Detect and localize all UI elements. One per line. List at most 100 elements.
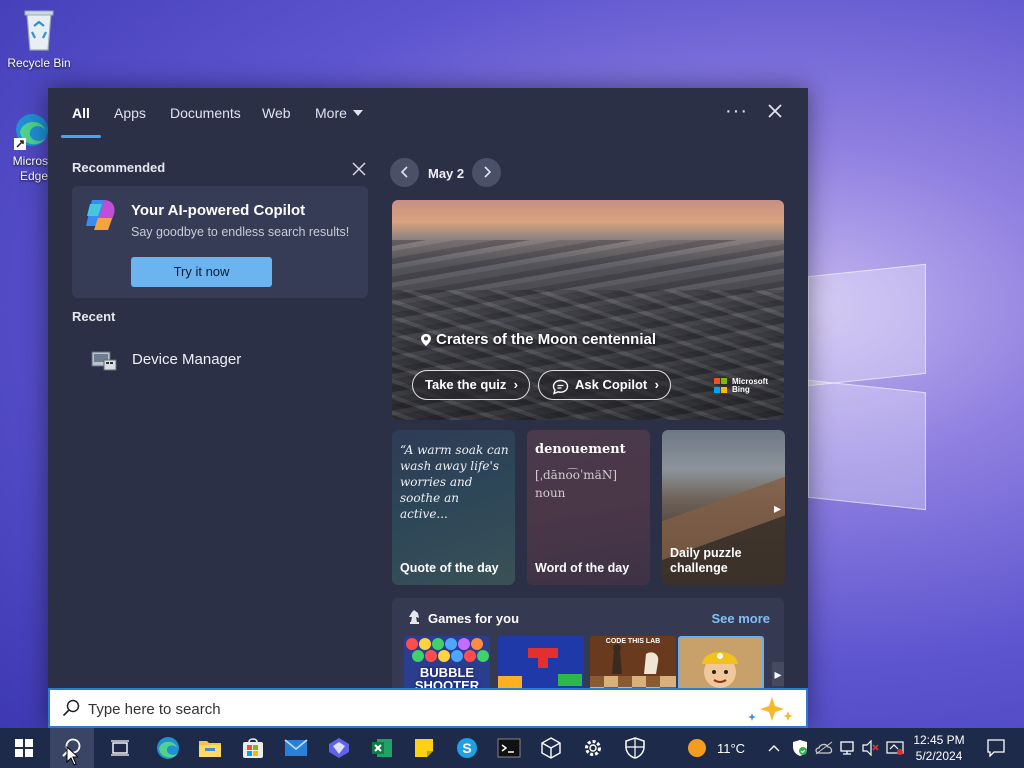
copilot-promo-card: Your AI-powered Copilot Say goodbye to e… [72, 186, 368, 298]
cloud-icon [815, 741, 833, 755]
clock-date: 5/2/2024 [915, 749, 963, 763]
taskbar-skype[interactable]: S [447, 728, 487, 768]
close-icon[interactable] [766, 102, 784, 124]
clock-time: 12:45 PM [913, 733, 965, 747]
tray-network[interactable] [836, 728, 860, 768]
show-hidden-icons-button[interactable] [762, 728, 786, 768]
edge-label: Micros Edge [12, 154, 48, 183]
notification-icon [987, 739, 1005, 757]
word-of-the-day-card[interactable]: denouement [ˌdāno͡oˈmäN] noun Word of th… [527, 430, 650, 585]
skype-icon: S [457, 738, 477, 758]
games-for-you-section: Games for you See more BUBBLE SHOOTER CO… [392, 598, 784, 698]
recycle-bin-label: Recycle Bin [7, 56, 71, 70]
task-view-button[interactable] [100, 728, 140, 768]
tab-web[interactable]: Web [262, 105, 291, 121]
edge-icon [157, 737, 179, 759]
tray-volume[interactable] [859, 728, 883, 768]
tray-onedrive[interactable] [812, 728, 836, 768]
games-heading: Games for you [428, 611, 520, 626]
store-icon [243, 738, 263, 758]
see-more-link[interactable]: See more [711, 611, 770, 626]
search-tabs: All Apps Documents Web More ··· [48, 88, 808, 138]
puzzle-card-footer: Daily puzzle challenge [670, 546, 742, 575]
chevron-up-icon [768, 745, 780, 752]
taskbar-search-box [48, 688, 808, 728]
highlight-hero-card[interactable]: Craters of the Moon centennial Take the … [392, 200, 784, 420]
device-manager-icon [90, 348, 118, 377]
action-center-button[interactable] [976, 728, 1016, 768]
taskbar-settings[interactable] [573, 728, 613, 768]
copilot-icon [329, 738, 349, 758]
word-card-footer: Word of the day [535, 561, 630, 575]
excel-icon [372, 739, 392, 757]
chevron-right-icon: › [513, 377, 518, 392]
ask-copilot-button[interactable]: Ask Copilot › [538, 370, 671, 400]
volume-muted-icon [862, 740, 879, 756]
svg-text:S: S [462, 740, 471, 756]
chat-bubble-icon [552, 377, 569, 405]
chess-knight-icon [406, 609, 422, 630]
gear-icon [585, 740, 601, 756]
tray-language[interactable] [883, 728, 907, 768]
take-the-quiz-label: Take the quiz [425, 377, 507, 392]
search-panel: All Apps Documents Web More ··· Recommen… [48, 88, 808, 728]
daily-puzzle-card[interactable]: ▸ Daily puzzle challenge [662, 430, 785, 585]
desktop-windows-logo [808, 258, 926, 511]
search-input[interactable] [88, 697, 688, 721]
taskbar-sticky-notes[interactable] [404, 728, 444, 768]
desktop-icon-recycle-bin[interactable]: Recycle Bin [4, 8, 74, 70]
left-column: Recommended Your AI-powered Copilot Say … [72, 160, 368, 371]
search-icon [62, 699, 80, 722]
tab-apps[interactable]: Apps [114, 105, 146, 121]
dismiss-recommended-icon[interactable] [352, 162, 366, 181]
chevron-down-icon [352, 110, 363, 116]
highlight-date: May 2 [428, 166, 465, 181]
taskbar-microsoft-store[interactable] [233, 728, 273, 768]
word-text: denouement [535, 442, 626, 457]
ask-copilot-label: Ask Copilot [575, 377, 648, 392]
previous-date-button[interactable] [390, 158, 419, 187]
take-the-quiz-button[interactable]: Take the quiz › [412, 370, 530, 400]
desktop-icon-edge[interactable]: Micros Edge [0, 112, 48, 184]
cube-icon [541, 737, 561, 759]
try-it-now-button[interactable]: Try it now [131, 257, 272, 287]
tab-documents[interactable]: Documents [170, 105, 241, 121]
tab-all[interactable]: All [72, 105, 90, 121]
active-tab-indicator [61, 135, 101, 138]
sticky-notes-icon [415, 739, 433, 757]
recycle-bin-icon [22, 8, 56, 52]
location-pin-icon [420, 333, 432, 347]
taskbar-excel[interactable] [362, 728, 402, 768]
recent-item-device-manager[interactable]: Device Manager [88, 340, 368, 380]
weather-widget[interactable]: 11°C [672, 728, 760, 768]
pronunciation-text: [ˌdāno͡oˈmäN] [535, 468, 618, 482]
chevron-right-icon[interactable]: ▸ [772, 662, 784, 686]
copilot-icon [82, 198, 120, 237]
security-shield-icon [793, 740, 807, 756]
chevron-right-icon[interactable]: ▸ [774, 500, 781, 517]
taskbar-windows-security[interactable] [615, 728, 655, 768]
taskbar-edge[interactable] [148, 728, 188, 768]
edge-icon [14, 112, 50, 150]
clock[interactable]: 12:45 PM 5/2/2024 [908, 732, 970, 764]
tray-security[interactable] [788, 728, 812, 768]
taskbar-3d-viewer[interactable] [531, 728, 571, 768]
sun-icon [687, 739, 706, 757]
quote-of-the-day-card[interactable]: “A warm soak can wash away life's worrie… [392, 430, 515, 585]
start-button[interactable] [4, 728, 44, 768]
taskbar-terminal[interactable] [489, 728, 529, 768]
copilot-card-subtitle: Say goodbye to endless search results! [131, 225, 350, 239]
next-date-button[interactable] [472, 158, 501, 187]
taskbar: S 11°C 12:45 PM 5/2/2024 [0, 728, 1024, 768]
part-of-speech: noun [535, 486, 566, 500]
ellipsis-icon[interactable]: ··· [725, 101, 748, 121]
word-pronunciation: [ˌdāno͡oˈmäN] noun [535, 466, 617, 502]
taskbar-file-explorer[interactable] [190, 728, 230, 768]
tab-more[interactable]: More [315, 105, 363, 121]
terminal-icon [497, 738, 521, 758]
recommended-heading: Recommended [72, 160, 166, 175]
hero-image-texture [392, 290, 784, 420]
network-icon [840, 741, 854, 755]
taskbar-copilot[interactable] [319, 728, 359, 768]
taskbar-mail[interactable] [276, 728, 316, 768]
